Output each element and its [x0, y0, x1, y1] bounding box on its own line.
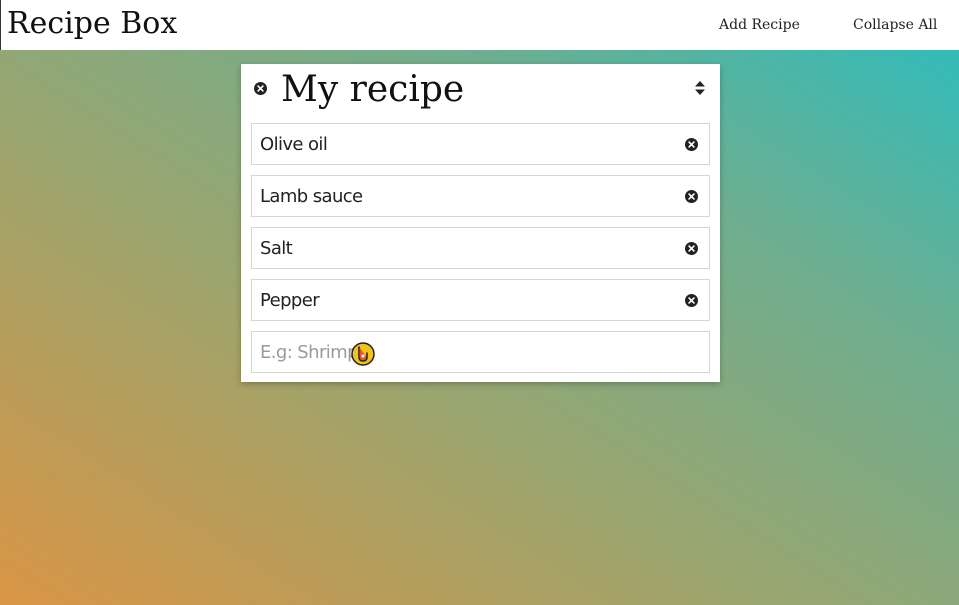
- ingredient-item: Lamb sauce: [251, 175, 710, 217]
- recipe-card: My recipe Olive oil Lamb sauce Salt Pepp…: [241, 64, 720, 382]
- ingredient-label: Salt: [260, 238, 293, 259]
- remove-ingredient-icon[interactable]: [685, 242, 698, 255]
- ingredient-item: Olive oil: [251, 123, 710, 165]
- remove-ingredient-icon[interactable]: [685, 138, 698, 151]
- add-recipe-link[interactable]: Add Recipe: [719, 14, 800, 36]
- ingredient-label: Lamb sauce: [260, 186, 363, 207]
- remove-ingredient-icon[interactable]: [685, 294, 698, 307]
- ingredient-item: Salt: [251, 227, 710, 269]
- new-ingredient-input[interactable]: [251, 331, 710, 373]
- navbar: Recipe Box Add Recipe Collapse All: [0, 0, 959, 50]
- ingredient-item: Pepper: [251, 279, 710, 321]
- recipe-title[interactable]: My recipe: [281, 66, 464, 114]
- ingredient-label: Pepper: [260, 290, 320, 311]
- ingredient-label: Olive oil: [260, 134, 328, 155]
- remove-ingredient-icon[interactable]: [685, 190, 698, 203]
- delete-recipe-icon[interactable]: [254, 82, 267, 95]
- sort-icon[interactable]: [695, 81, 705, 95]
- collapse-all-link[interactable]: Collapse All: [853, 14, 937, 36]
- brand-title[interactable]: Recipe Box: [7, 4, 177, 44]
